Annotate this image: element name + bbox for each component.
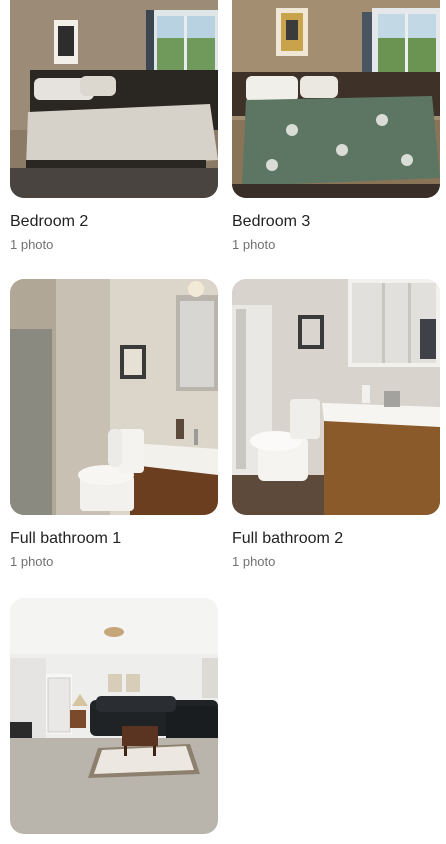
room-photo[interactable] bbox=[10, 598, 218, 834]
bedroom-photo bbox=[10, 0, 218, 198]
room-photo[interactable] bbox=[232, 279, 440, 515]
room-photo-count: 1 photo bbox=[10, 554, 54, 569]
living-room-photo bbox=[10, 598, 218, 834]
room-title: Bedroom 3 bbox=[232, 213, 311, 230]
room-card-full-bathroom-2[interactable]: Full bathroom 2 1 photo bbox=[232, 279, 440, 570]
room-photo[interactable] bbox=[232, 0, 440, 198]
room-card-bedroom-3[interactable]: Bedroom 3 1 photo bbox=[232, 0, 440, 253]
room-card-bedroom-2[interactable]: Bedroom 2 1 photo bbox=[10, 0, 218, 253]
bathroom-photo bbox=[232, 279, 440, 515]
room-card-living-room[interactable] bbox=[10, 598, 218, 844]
room-photo-grid: Bedroom 2 1 photo Bedroom 3 1 photo Full… bbox=[0, 0, 446, 844]
room-title: Full bathroom 2 bbox=[232, 530, 344, 547]
room-title: Bedroom 2 bbox=[10, 213, 89, 230]
room-photo[interactable] bbox=[10, 0, 218, 198]
room-photo-count: 1 photo bbox=[232, 554, 276, 569]
bathroom-photo bbox=[10, 279, 218, 515]
bedroom-photo bbox=[232, 0, 440, 198]
room-card-full-bathroom-1[interactable]: Full bathroom 1 1 photo bbox=[10, 279, 218, 570]
room-photo-count: 1 photo bbox=[232, 237, 276, 252]
room-title: Full bathroom 1 bbox=[10, 530, 122, 547]
room-photo[interactable] bbox=[10, 279, 218, 515]
room-photo-count: 1 photo bbox=[10, 237, 54, 252]
